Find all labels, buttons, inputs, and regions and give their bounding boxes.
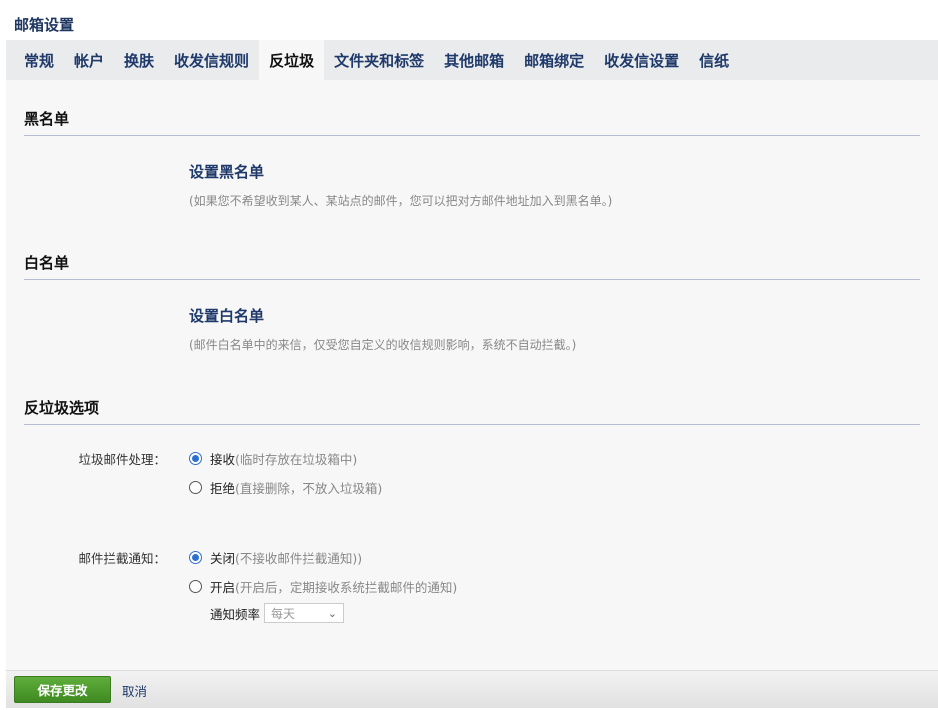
spam-reject-option[interactable]: 拒绝 (直接删除，不放入垃圾箱) xyxy=(189,478,382,497)
tab-other-mailboxes[interactable]: 其他邮箱 xyxy=(434,40,514,80)
block-notice-label: 邮件拦截通知： xyxy=(78,551,166,566)
radio-unchecked-icon[interactable] xyxy=(189,481,202,494)
spam-accept-option[interactable]: 接收 (临时存放在垃圾箱中) xyxy=(189,449,357,468)
blacklist-heading: 黑名单 xyxy=(24,108,920,136)
footer-bar: 保存更改 取消 xyxy=(6,670,938,708)
tab-account[interactable]: 帐户 xyxy=(64,40,114,80)
set-whitelist-link[interactable]: 设置白名单 xyxy=(189,305,264,326)
spam-accept-hint: (临时存放在垃圾箱中) xyxy=(235,452,358,467)
radio-checked-icon[interactable] xyxy=(189,551,202,564)
blacklist-description: (如果您不希望收到某人、某站点的邮件，您可以把对方邮件地址加入到黑名单。) xyxy=(189,194,613,208)
page-title: 邮箱设置 xyxy=(14,16,75,34)
save-button[interactable]: 保存更改 xyxy=(14,676,111,703)
chevron-down-icon: ⌄ xyxy=(327,606,338,620)
spam-handling-label: 垃圾邮件处理： xyxy=(78,452,166,467)
spam-reject-hint: (直接删除，不放入垃圾箱) xyxy=(235,481,383,496)
notice-frequency-row: 通知频率 每天 ⌄ xyxy=(210,603,345,623)
tab-skin[interactable]: 换肤 xyxy=(114,40,164,80)
tab-folders-labels[interactable]: 文件夹和标签 xyxy=(324,40,434,80)
notice-on-text: 开启 xyxy=(210,580,236,595)
cancel-link[interactable]: 取消 xyxy=(122,681,147,700)
notice-on-option[interactable]: 开启 (开启后，定期接收系统拦截邮件的通知) xyxy=(189,577,457,596)
antispam-options-heading: 反垃圾选项 xyxy=(24,397,920,425)
notice-on-hint: (开启后，定期接收系统拦截邮件的通知) xyxy=(235,580,458,595)
tab-send-receive-settings[interactable]: 收发信设置 xyxy=(594,40,689,80)
tab-general[interactable]: 常规 xyxy=(14,40,64,80)
tab-antispam[interactable]: 反垃圾 xyxy=(259,40,325,80)
spam-accept-text: 接收 xyxy=(210,452,236,467)
notice-frequency-value: 每天 xyxy=(271,606,296,621)
set-blacklist-link[interactable]: 设置黑名单 xyxy=(189,161,264,182)
whitelist-heading: 白名单 xyxy=(24,252,920,280)
tab-stationery[interactable]: 信纸 xyxy=(689,40,739,80)
notice-off-text: 关闭 xyxy=(210,551,236,566)
notice-frequency-label: 通知频率 xyxy=(210,606,261,622)
radio-unchecked-icon[interactable] xyxy=(189,580,202,593)
notice-frequency-select[interactable]: 每天 ⌄ xyxy=(264,603,345,623)
radio-checked-icon[interactable] xyxy=(189,452,202,465)
whitelist-description: (邮件白名单中的来信，仅受您自定义的收信规则影响，系统不自动拦截。) xyxy=(189,338,577,352)
notice-off-hint: (不接收邮件拦截通知)) xyxy=(235,551,363,566)
tab-mailbox-binding[interactable]: 邮箱绑定 xyxy=(514,40,594,80)
settings-content: 黑名单 设置黑名单 (如果您不希望收到某人、某站点的邮件，您可以把对方邮件地址加… xyxy=(6,80,938,670)
settings-tab-bar: 常规 帐户 换肤 收发信规则 反垃圾 文件夹和标签 其他邮箱 邮箱绑定 收发信设… xyxy=(6,40,938,80)
tab-mail-rules[interactable]: 收发信规则 xyxy=(164,40,259,80)
notice-off-option[interactable]: 关闭 (不接收邮件拦截通知)) xyxy=(189,548,362,567)
spam-reject-text: 拒绝 xyxy=(210,481,236,496)
